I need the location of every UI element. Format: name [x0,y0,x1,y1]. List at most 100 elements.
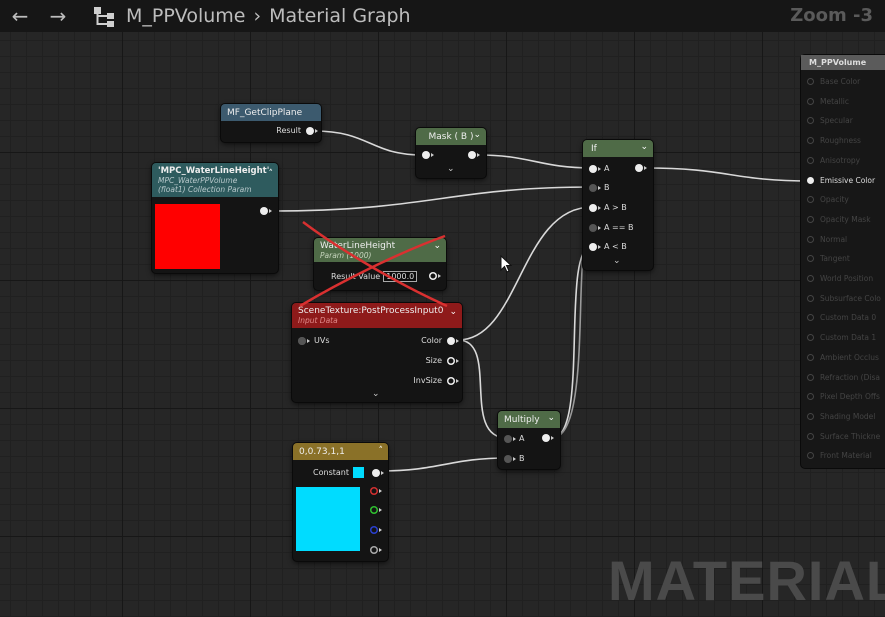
expand-chevron-icon[interactable]: ⌄ [447,164,455,174]
input-pin-icon[interactable] [807,452,814,459]
forward-arrow-icon[interactable]: → [46,4,70,28]
output-pin-row[interactable]: Color [421,336,459,345]
back-arrow-icon[interactable]: ← [8,4,32,28]
input-pin-icon[interactable] [589,164,601,173]
input-pin-icon[interactable] [807,354,814,361]
collapse-chevron-icon[interactable]: ⌄ [547,413,555,423]
input-pin-icon[interactable] [807,374,814,381]
input-pin-icon[interactable] [807,314,814,321]
input-pin-icon[interactable] [807,413,814,420]
node-header[interactable]: MF_GetClipPlane [221,104,321,121]
node-mask[interactable]: Mask ( B ) ⌄ ⌄ [416,128,486,178]
result-pin-row[interactable]: World Position [807,274,873,283]
input-pin-row[interactable]: A > B [589,203,627,212]
node-material-result[interactable]: M_PPVolume Base Color Metallic Specular Rou… [801,55,885,468]
result-pin-row[interactable]: Custom Data 1 [807,333,876,342]
input-pin-row[interactable]: A [504,434,524,443]
result-pin-row[interactable]: Normal [807,235,847,244]
output-pin-row[interactable]: InvSize [413,376,459,385]
input-pin-icon[interactable] [807,216,814,223]
breadcrumb-graph[interactable]: Material Graph [269,5,411,27]
node-mf-getclipplane[interactable]: MF_GetClipPlane Result [221,104,321,142]
node-header[interactable]: If ⌄ [583,140,653,157]
input-pin-row[interactable]: A [589,164,609,173]
output-pin-icon[interactable] [635,164,647,172]
input-pin-icon[interactable] [589,183,601,192]
result-pin-row[interactable]: Surface Thickne [807,432,880,441]
output-pin-icon[interactable] [447,336,459,345]
expand-chevron-icon[interactable]: ⌄ [613,256,621,266]
color-swatch[interactable] [353,467,364,478]
input-pin-icon[interactable] [807,275,814,282]
input-pin-row[interactable]: A < B [589,242,627,251]
collapse-chevron-icon[interactable]: ˄ [379,446,384,456]
result-pin-row[interactable]: Tangent [807,254,850,263]
result-pin-row[interactable]: Front Material [807,451,872,460]
node-header[interactable]: 0,0.73,1,1 ˄ [293,443,388,460]
param-value-input[interactable]: 1000.0 [383,271,418,282]
input-pin-icon[interactable] [807,176,814,184]
node-multiply[interactable]: Multiply ⌄ A B [498,411,560,469]
output-pin-icon[interactable] [468,151,480,159]
input-pin-icon[interactable] [807,393,814,400]
node-header[interactable]: 'MPC_WaterLineHeight' MPC_WaterPPVolume … [152,163,278,197]
red-channel-pin-icon[interactable] [370,487,382,495]
breadcrumb-asset[interactable]: M_PPVolume [126,5,245,27]
result-pin-row[interactable]: Shading Model [807,412,875,421]
node-mpc-waterlineheight[interactable]: 'MPC_WaterLineHeight' MPC_WaterPPVolume … [152,163,278,273]
expand-chevron-icon[interactable]: ⌄ [372,389,380,399]
result-pin-row[interactable]: Roughness [807,136,861,145]
input-pin-row[interactable]: B [589,183,610,192]
alpha-channel-pin-icon[interactable] [370,546,382,554]
output-pin-row[interactable]: Result [276,126,318,135]
result-pin-row[interactable]: Opacity Mask [807,215,871,224]
input-pin-icon[interactable] [298,336,310,345]
result-pin-row[interactable]: Base Color [807,77,860,86]
input-pin-icon[interactable] [589,203,601,212]
input-pin-icon[interactable] [807,236,814,243]
output-pin-icon[interactable] [447,377,459,385]
result-pin-row[interactable]: Subsurface Colo [807,294,881,303]
input-pin-row[interactable]: A == B [589,223,633,232]
input-pin-icon[interactable] [807,98,814,105]
input-pin-icon[interactable] [589,242,601,251]
input-pin-icon[interactable] [807,117,814,124]
result-pin-row[interactable]: Ambient Occlus [807,353,879,362]
blue-channel-pin-icon[interactable] [370,526,382,534]
input-pin-icon[interactable] [807,295,814,302]
node-header[interactable]: Multiply ⌄ [498,411,560,428]
input-pin-icon[interactable] [589,223,601,232]
collapse-chevron-icon[interactable]: ⌄ [449,307,457,317]
result-pin-row[interactable]: Custom Data 0 [807,313,876,322]
output-pin-icon[interactable] [260,207,272,215]
input-pin-icon[interactable] [807,78,814,85]
output-pin-icon[interactable] [447,357,459,365]
input-pin-icon[interactable] [807,255,814,262]
node-if[interactable]: If ⌄ A B A > B A == B A < B ⌄ [583,140,653,270]
result-pin-row[interactable]: Opacity [807,195,849,204]
green-channel-pin-icon[interactable] [370,506,382,514]
node-header[interactable]: Mask ( B ) ⌄ [416,128,486,145]
output-pin-row[interactable]: Constant [313,467,384,478]
input-pin-icon[interactable] [807,157,814,164]
result-pin-row[interactable]: Anisotropy [807,156,860,165]
input-pin-icon[interactable] [807,433,814,440]
collapse-chevron-icon[interactable]: ⌄ [640,142,648,152]
input-pin-icon[interactable] [807,334,814,341]
collapse-chevron-icon[interactable]: ˄ [269,169,274,179]
input-pin-row[interactable]: UVs [298,336,330,345]
output-pin-icon[interactable] [372,468,384,477]
node-constant[interactable]: 0,0.73,1,1 ˄ Constant [293,443,388,561]
input-pin-row[interactable]: B [504,454,525,463]
output-pin-icon[interactable] [429,272,441,280]
result-pin-row[interactable]: Specular [807,116,853,125]
collapse-chevron-icon[interactable]: ⌄ [433,241,441,251]
result-pin-row[interactable]: Pixel Depth Offs [807,392,880,401]
node-header[interactable]: SceneTexture:PostProcessInput0 Input Dat… [292,303,462,328]
node-waterlineheight[interactable]: WaterLineHeight Param (1000) ⌄ Result Va… [314,238,446,290]
node-header[interactable]: WaterLineHeight Param (1000) ⌄ [314,238,446,262]
input-pin-icon[interactable] [504,454,516,463]
output-pin-row[interactable]: Size [426,356,459,365]
output-pin-icon[interactable] [542,434,554,442]
input-pin-icon[interactable] [422,151,434,159]
